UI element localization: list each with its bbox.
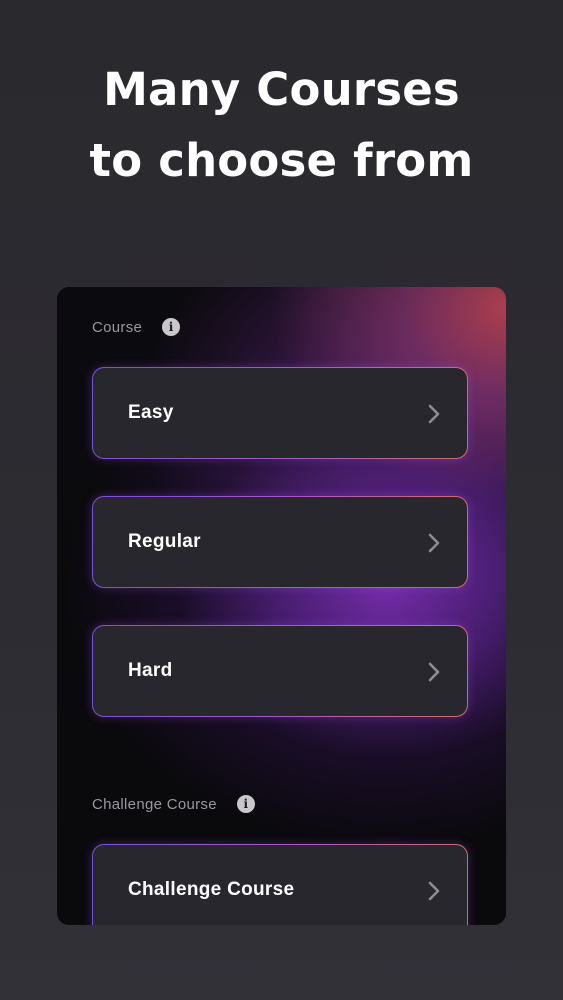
course-section-header: Course i (92, 318, 181, 336)
chevron-right-icon (428, 881, 440, 901)
info-icon[interactable]: i (236, 795, 255, 813)
course-label: Easy (128, 402, 174, 423)
info-icon[interactable]: i (162, 318, 181, 336)
challenge-section-label: Challenge Course (92, 795, 217, 813)
course-label: Regular (128, 531, 201, 552)
course-hard-button[interactable]: Hard (92, 625, 468, 717)
course-regular-button[interactable]: Regular (92, 496, 468, 588)
challenge-section-header: Challenge Course i (92, 795, 255, 813)
challenge-course-button[interactable]: Challenge Course (92, 844, 468, 925)
course-selection-panel: Course i Easy Regular Hard Challenge Cou… (57, 287, 506, 925)
chevron-right-icon (428, 404, 440, 424)
headline: Many Courses to choose from (0, 54, 563, 196)
course-label: Hard (128, 660, 173, 681)
headline-line-2: to choose from (89, 134, 474, 187)
chevron-right-icon (428, 533, 440, 553)
course-easy-button[interactable]: Easy (92, 367, 468, 459)
course-section-label: Course (92, 318, 143, 336)
course-label: Challenge Course (128, 879, 295, 900)
chevron-right-icon (428, 662, 440, 682)
headline-line-1: Many Courses (103, 63, 460, 116)
